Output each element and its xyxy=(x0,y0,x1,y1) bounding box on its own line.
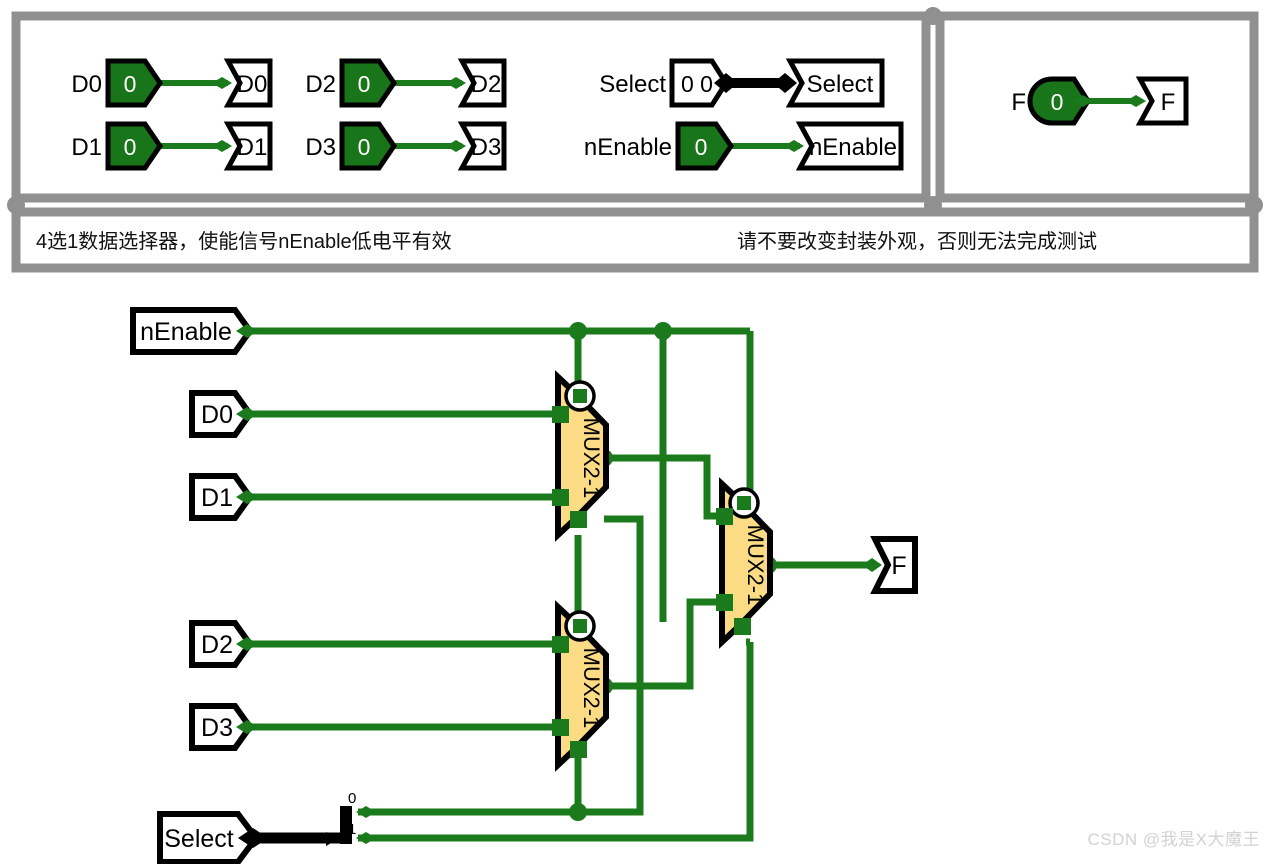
wire-sel0-a xyxy=(358,535,582,816)
mux-label: MUX2-1 xyxy=(743,525,768,606)
pin-nenable[interactable]: nEnable xyxy=(130,307,258,355)
pin-d0[interactable]: D0 xyxy=(189,390,258,438)
driver-label: Select xyxy=(599,71,666,98)
mux-block-a[interactable]: MUX2-1 xyxy=(552,370,609,542)
probe-label: F xyxy=(1011,89,1026,116)
mux-label: MUX2-1 xyxy=(579,648,604,729)
circuit-editor-canvas: 0 D0 D0 0 D1 D1 0 D2 D2 0 D3 D3 0 0 Sele… xyxy=(0,0,1268,864)
output-panel-frame xyxy=(935,11,1259,203)
mux-block-b[interactable]: MUX2-1 xyxy=(552,600,609,772)
mux-select-pin[interactable] xyxy=(570,741,587,758)
mux-input0-pin[interactable] xyxy=(552,636,569,653)
mux-input1-pin[interactable] xyxy=(552,719,569,736)
frame-junction-dot xyxy=(7,196,25,214)
probe-sink-label: F xyxy=(1161,89,1176,116)
mux-enable-pin[interactable] xyxy=(573,619,587,633)
mux-enable-pin[interactable] xyxy=(737,496,751,510)
pin-label: D3 xyxy=(201,714,233,742)
junction-dot xyxy=(569,322,587,340)
frame-junction-dot xyxy=(1245,196,1263,214)
frame-junction-dot xyxy=(924,196,942,214)
frame-junction-dot xyxy=(924,7,942,25)
pin-label: D0 xyxy=(201,401,233,429)
driver-value: 0 xyxy=(124,134,137,160)
pin-d2[interactable]: D2 xyxy=(189,620,258,668)
probe-value: 0 xyxy=(1051,89,1064,115)
pin-label: F xyxy=(891,552,906,580)
mux-input1-pin[interactable] xyxy=(552,489,569,506)
sink-label: D2 xyxy=(471,71,502,98)
mux-input1-pin[interactable] xyxy=(716,594,733,611)
mux-input0-pin[interactable] xyxy=(716,508,733,525)
pin-label: Select xyxy=(164,825,234,853)
driver-value: 0 0 xyxy=(681,71,713,97)
driver-value: 0 xyxy=(358,71,371,97)
watermark: CSDN @我是X大魔王 xyxy=(1087,830,1260,849)
splitter-bit0-label: 0 xyxy=(348,790,356,807)
driver-value: 0 xyxy=(124,71,137,97)
caption-right: 请不要改变封装外观，否则无法完成测试 xyxy=(737,230,1097,253)
driver-label: D3 xyxy=(305,134,336,161)
mux-label: MUX2-1 xyxy=(579,418,604,499)
pin-f-output[interactable]: F xyxy=(862,536,918,594)
caption-left: 4选1数据选择器，使能信号nEnable低电平有效 xyxy=(36,230,452,253)
mux-select-pin[interactable] xyxy=(734,618,751,635)
driver-label: D1 xyxy=(71,134,102,161)
sink-label: D1 xyxy=(237,134,268,161)
mux-input0-pin[interactable] xyxy=(552,406,569,423)
pin-label: D1 xyxy=(201,484,233,512)
sink-label: nEnable xyxy=(809,134,897,161)
driver-label: nEnable xyxy=(584,134,672,161)
driver-label: D2 xyxy=(305,71,336,98)
junction-dot xyxy=(569,803,587,821)
pin-label: D2 xyxy=(201,631,233,659)
splitter-bit1-label: 1 xyxy=(348,821,356,838)
pin-connector xyxy=(862,558,882,572)
mux-block-c[interactable]: MUX2-1 xyxy=(716,477,773,649)
bit0-connector xyxy=(356,806,376,818)
mux-enable-pin[interactable] xyxy=(573,389,587,403)
select-bus-group[interactable]: Select 0 1 xyxy=(157,790,376,864)
driver-value: 0 xyxy=(695,134,708,160)
junction-dot xyxy=(654,322,672,340)
sink-label: D3 xyxy=(471,134,502,161)
driver-label: D0 xyxy=(71,71,102,98)
bit1-connector xyxy=(356,832,376,844)
schematic-svg: 0 D0 D0 0 D1 D1 0 D2 D2 0 D3 D3 0 0 Sele… xyxy=(7,7,1263,864)
sink-label: D0 xyxy=(237,71,268,98)
schematic-input-pins[interactable]: nEnable D0 D1 D2 D3 xyxy=(130,307,258,751)
sink-label: Select xyxy=(807,71,874,98)
pin-d3[interactable]: D3 xyxy=(189,703,258,751)
pin-d1[interactable]: D1 xyxy=(189,473,258,521)
pin-label: nEnable xyxy=(140,318,232,346)
mux-select-pin[interactable] xyxy=(570,511,587,528)
driver-value: 0 xyxy=(358,134,371,160)
